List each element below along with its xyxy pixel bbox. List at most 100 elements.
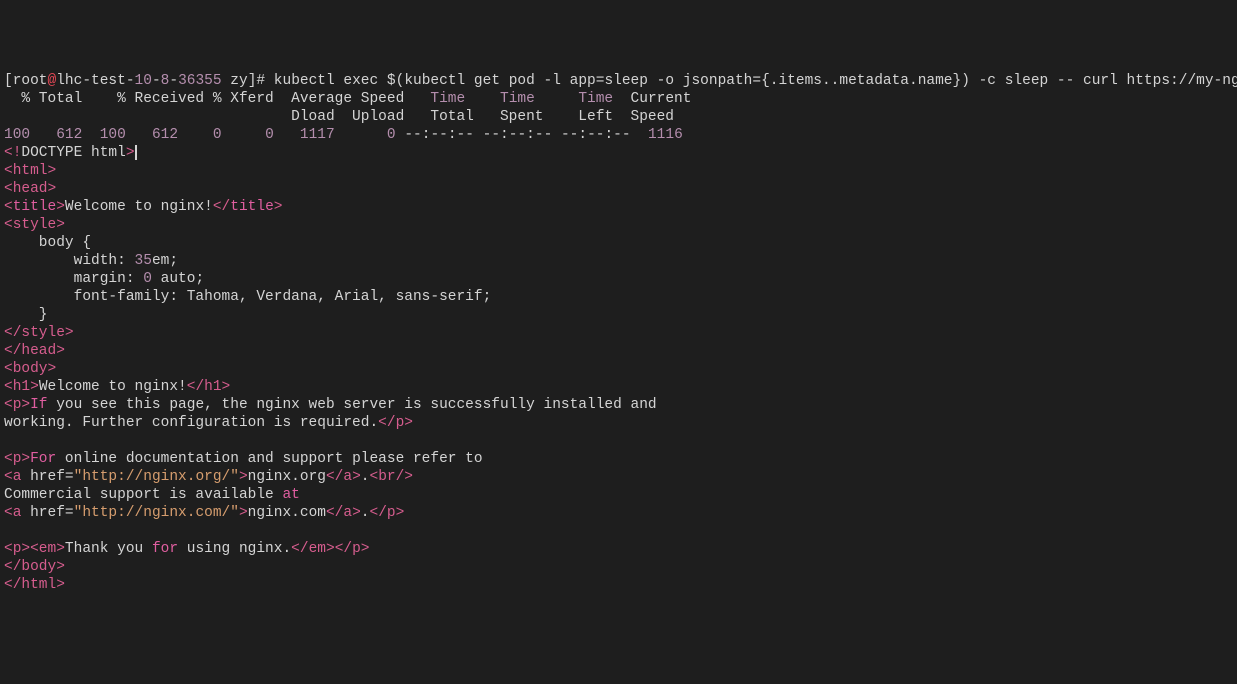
user: root [13, 73, 48, 89]
tag: <h1> [4, 379, 39, 395]
tag-html-open: <html> [4, 163, 56, 179]
keyword-for: for [152, 541, 178, 557]
a-line2: <a href="http://nginx.com/">nginx.com</a… [4, 505, 404, 521]
tag-head-open: <head> [4, 181, 56, 197]
tag-head-close: </head> [4, 343, 65, 359]
tag-style-open: <style> [4, 217, 65, 233]
tag: <p> [4, 397, 30, 413]
p1-line2: working. Further configuration is requir… [4, 415, 413, 431]
p-text: online documentation and support please … [56, 451, 482, 467]
a-line1: <a href="http://nginx.org/">nginx.org</a… [4, 469, 413, 485]
css-line: body { [4, 235, 91, 251]
doctype-line: <!DOCTYPE html> [4, 145, 137, 161]
tag-body-close: </body> [4, 559, 65, 575]
dash: - [169, 73, 178, 89]
attr-val: "http://nginx.org/" [74, 469, 239, 485]
tag: <p> [4, 541, 30, 557]
tag: </a> [326, 469, 361, 485]
css-line: margin: 0 auto; [4, 271, 204, 287]
css-prop: margin: [4, 271, 143, 287]
attr-val: "http://nginx.com/" [74, 505, 239, 521]
curl-stats-line: 100 612 100 612 0 0 1117 0 --:--:-- --:-… [4, 127, 683, 143]
host-part: lhc-test- [56, 73, 134, 89]
sp [535, 91, 579, 107]
stat: 1117 [274, 127, 335, 143]
stat: 1116 [648, 127, 683, 143]
attr: href= [21, 469, 73, 485]
host-num: 10 [135, 73, 152, 89]
tag-bracket: > [56, 199, 65, 215]
tag: > [239, 505, 248, 521]
css-prop: width: [4, 253, 135, 269]
tag: </a> [326, 505, 361, 521]
blank-line [4, 433, 13, 449]
p2-line1: <p>For online documentation and support … [4, 451, 483, 467]
p-text: you see this page, the nginx web server … [48, 397, 657, 413]
stat-dashes: --:--:-- --:--:-- --:--:-- [396, 127, 648, 143]
tag-bracket: < [4, 145, 13, 161]
hdr-text: Current [613, 91, 691, 107]
css-line: } [4, 307, 48, 323]
title-text: Welcome to nginx! [65, 199, 213, 215]
h1-line: <h1>Welcome to nginx!</h1> [4, 379, 230, 395]
doctype-text: DOCTYPE html [21, 145, 125, 161]
tag: <em> [30, 541, 65, 557]
prompt-line: [root@lhc-test-10-8-36355 zy]# kubectl e… [4, 73, 1237, 89]
curl-header-1: % Total % Received % Xferd Average Speed… [4, 91, 691, 107]
p1-line1: <p>If you see this page, the nginx web s… [4, 397, 657, 413]
tag: </h1> [187, 379, 231, 395]
sp [465, 91, 500, 107]
tag: <a [4, 469, 21, 485]
stat: 0 [222, 127, 274, 143]
curl-header-2: Dload Upload Total Spent Left Speed [4, 109, 674, 125]
bracket: [ [4, 73, 13, 89]
link-text: nginx.org [248, 469, 326, 485]
commercial-line: Commercial support is available at [4, 487, 300, 503]
css-line: width: 35em; [4, 253, 178, 269]
text: Thank you [65, 541, 152, 557]
tag: </em> [291, 541, 335, 557]
text: using nginx. [178, 541, 291, 557]
tag-name: title [230, 199, 274, 215]
css-val: auto; [152, 271, 204, 287]
time-label: Time [500, 91, 535, 107]
stat: 612 [30, 127, 82, 143]
stat: 612 [126, 127, 178, 143]
terminal-output[interactable]: [root@lhc-test-10-8-36355 zy]# kubectl e… [0, 72, 1237, 594]
dir: zy [222, 73, 248, 89]
tag-bracket: > [126, 145, 135, 161]
at-sign: @ [48, 73, 57, 89]
tag: </p> [378, 415, 413, 431]
time-label: Time [430, 91, 465, 107]
keyword-at: at [282, 487, 299, 503]
tag: <a [4, 505, 21, 521]
stat: 100 [4, 127, 30, 143]
tag-body-open: <body> [4, 361, 56, 377]
dot: . [361, 469, 370, 485]
tag: <p> [4, 451, 30, 467]
stat: 0 [178, 127, 222, 143]
stat: 0 [335, 127, 396, 143]
css-num: 0 [143, 271, 152, 287]
tag-bracket: </ [213, 199, 230, 215]
stat: 100 [82, 127, 126, 143]
css-num: 35 [135, 253, 152, 269]
dot: . [361, 505, 370, 521]
text: Commercial support is available [4, 487, 282, 503]
text-cursor [135, 145, 137, 160]
thank-line: <p><em>Thank you for using nginx.</em></… [4, 541, 370, 557]
dash: - [152, 73, 161, 89]
tag-style-close: </style> [4, 325, 74, 341]
css-line: font-family: Tahoma, Verdana, Arial, san… [4, 289, 491, 305]
h1-text: Welcome to nginx! [39, 379, 187, 395]
time-label: Time [578, 91, 613, 107]
tag: </p> [370, 505, 405, 521]
attr: href= [21, 505, 73, 521]
title-line: <title>Welcome to nginx!</title> [4, 199, 282, 215]
hash: # [256, 73, 265, 89]
command-text: kubectl exec $(kubectl get pod -l app=sl… [265, 73, 1237, 89]
tag-bracket: > [274, 199, 283, 215]
tag-name: title [13, 199, 57, 215]
css-unit: em; [152, 253, 178, 269]
blank-line [4, 523, 13, 539]
